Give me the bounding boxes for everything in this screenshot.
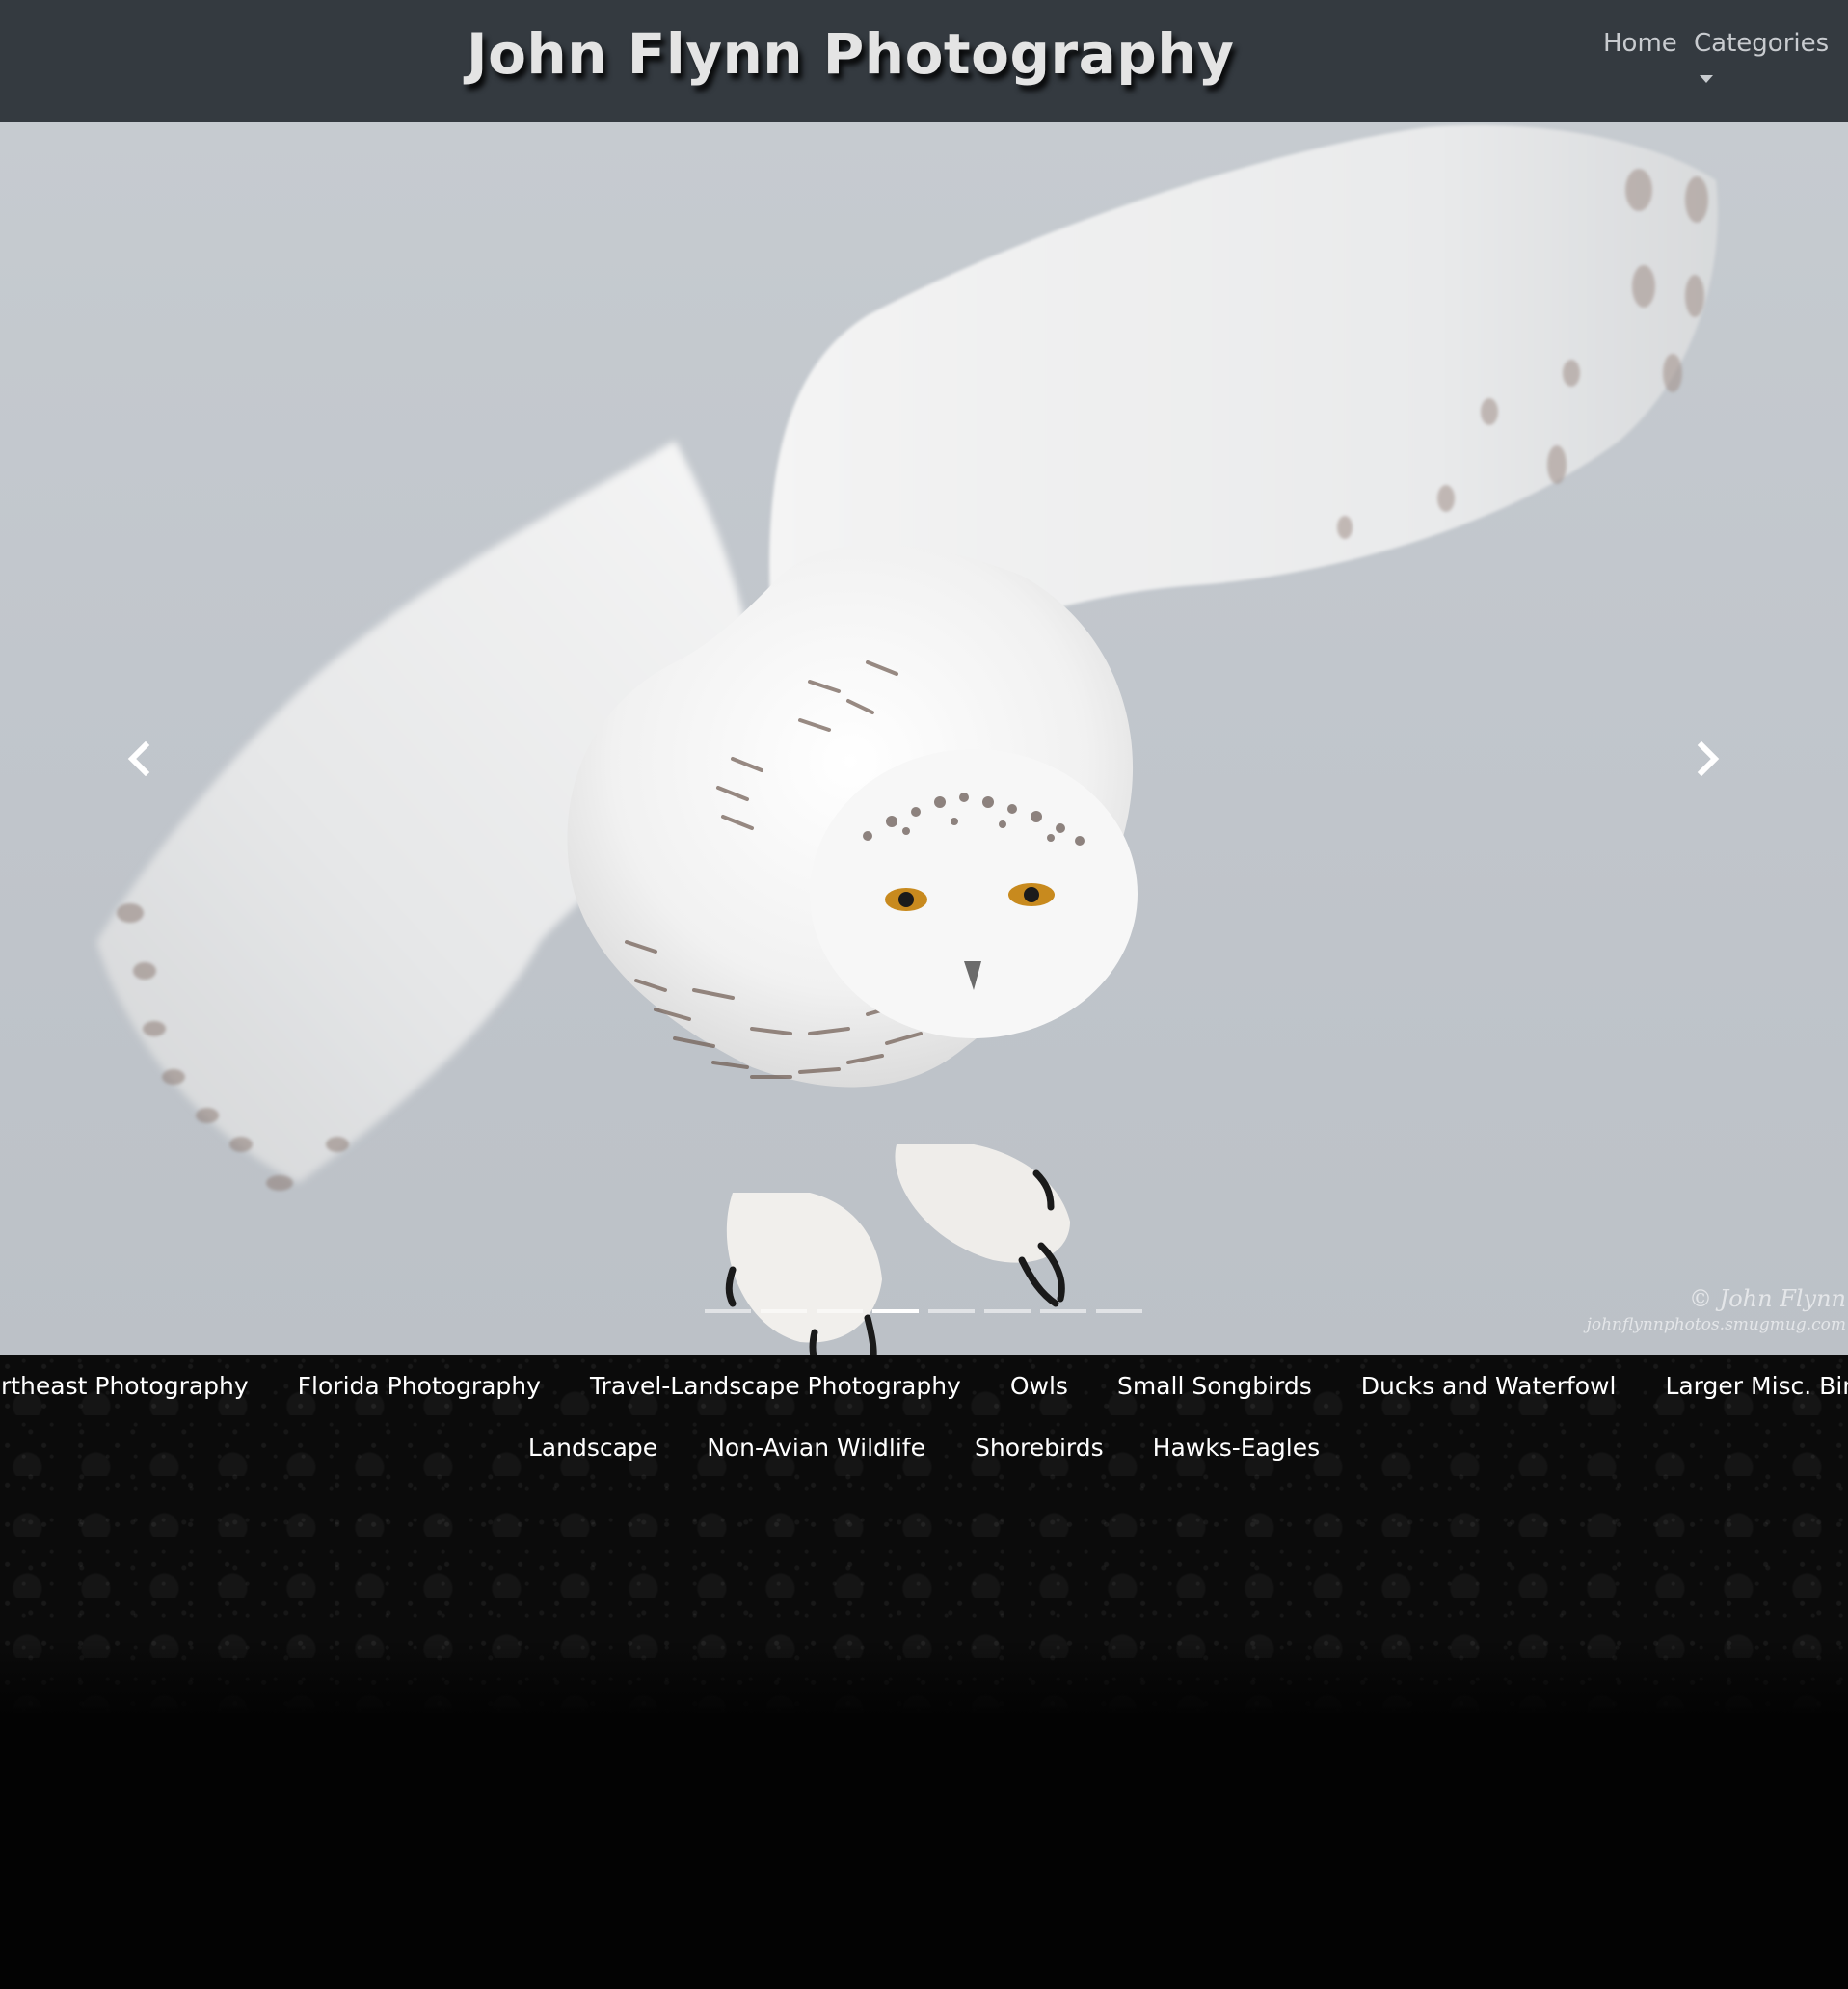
category-link-shorebirds[interactable]: Shorebirds [975,1432,1104,1465]
category-link-owls[interactable]: Owls [1010,1370,1068,1403]
watermark-url: johnflynnphotos.smugmug.com [1586,1315,1846,1335]
photo-watermark: © John Flynn johnflynnphotos.smugmug.com [1587,1284,1846,1335]
site-header: John Flynn Photography Home Categories [0,0,1848,122]
carousel-indicator[interactable] [1096,1309,1142,1313]
category-links-row-1: Northeast Photography Florida Photograph… [0,1370,1848,1403]
carousel-indicator[interactable] [984,1309,1031,1313]
category-link-ducks-and-waterfowl[interactable]: Ducks and Waterfowl [1361,1370,1617,1403]
category-link-northeast-photography[interactable]: Northeast Photography [0,1370,249,1403]
carousel-indicators [705,1309,1142,1313]
site-title[interactable]: John Flynn Photography [467,21,1234,87]
page: John Flynn Photography Home Categories ©… [0,0,1848,1989]
carousel-indicator[interactable] [1040,1309,1086,1313]
categories-fade [0,1639,1848,1716]
category-link-small-songbirds[interactable]: Small Songbirds [1117,1370,1312,1403]
nav-home-link[interactable]: Home [1603,29,1677,58]
category-link-landscape[interactable]: Landscape [528,1432,657,1465]
watermark-copyright: © John Flynn [1688,1285,1846,1312]
hero-carousel: © John Flynn johnflynnphotos.smugmug.com [0,122,1848,1355]
category-link-travel-landscape-photography[interactable]: Travel-Landscape Photography [590,1370,961,1403]
caret-down-icon[interactable] [1700,75,1713,83]
carousel-indicator[interactable] [928,1309,975,1313]
page-footer-area [0,1713,1848,1989]
carousel-next-button[interactable] [1679,720,1737,797]
nav-categories-dropdown[interactable]: Categories [1694,29,1829,58]
category-link-florida-photography[interactable]: Florida Photography [298,1370,541,1403]
carousel-indicator[interactable] [761,1309,807,1313]
snowy-owl-photo [96,124,1718,1355]
carousel-prev-button[interactable] [110,720,168,797]
category-link-hawks-eagles[interactable]: Hawks-Eagles [1153,1432,1320,1465]
chevron-right-icon [1697,741,1720,776]
chevron-left-icon [127,741,150,776]
category-links-row-2: Landscape Non-Avian Wildlife Shorebirds … [0,1432,1848,1465]
carousel-indicator-active[interactable] [872,1309,919,1313]
carousel-indicator[interactable] [705,1309,751,1313]
category-link-non-avian-wildlife[interactable]: Non-Avian Wildlife [707,1432,925,1465]
category-link-larger-misc-birds[interactable]: Larger Misc. Birds [1665,1370,1848,1403]
carousel-indicator[interactable] [817,1309,863,1313]
